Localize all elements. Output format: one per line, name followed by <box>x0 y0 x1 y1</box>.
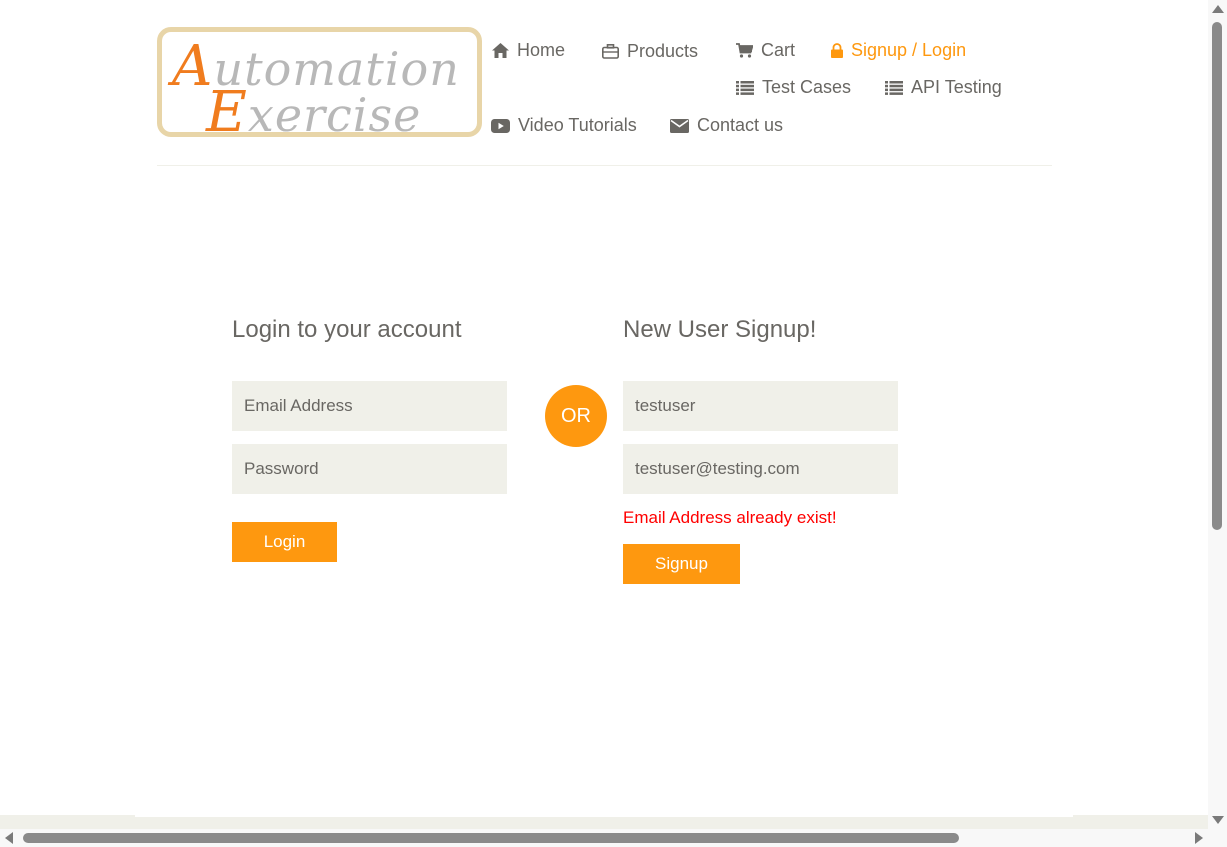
signup-error-message: Email Address already exist! <box>623 508 837 527</box>
login-title: Login to your account <box>232 316 462 343</box>
list-icon <box>885 80 903 95</box>
home-icon <box>492 43 509 58</box>
signup-name-input[interactable] <box>623 381 898 431</box>
scroll-down-arrow-icon[interactable] <box>1212 816 1224 824</box>
cart-icon <box>736 43 753 58</box>
nav-video-tutorials-label: Video Tutorials <box>518 115 637 135</box>
list-icon <box>736 80 754 95</box>
nav-contact-us[interactable]: Contact us <box>670 115 783 136</box>
nav-products[interactable]: Products <box>602 41 698 62</box>
scroll-left-arrow-icon[interactable] <box>5 832 13 844</box>
footer-inner-edge <box>135 815 1073 817</box>
or-divider: OR <box>545 385 607 447</box>
nav-signup-login-label: Signup / Login <box>851 40 967 60</box>
nav-test-cases-label: Test Cases <box>762 77 852 97</box>
login-password-input[interactable] <box>232 444 507 494</box>
vertical-scroll-thumb[interactable] <box>1212 22 1222 530</box>
horizontal-scroll-thumb[interactable] <box>23 833 959 843</box>
footer-top-edge <box>0 815 1208 829</box>
nav-test-cases[interactable]: Test Cases <box>736 77 851 98</box>
scroll-up-arrow-icon[interactable] <box>1212 5 1224 13</box>
nav-home[interactable]: Home <box>492 40 565 61</box>
nav-home-label: Home <box>517 40 566 60</box>
nav-api-testing-label: API Testing <box>911 77 1002 97</box>
nav-cart-label: Cart <box>761 40 796 60</box>
nav-signup-login[interactable]: Signup / Login <box>831 40 966 61</box>
logo-line-2: Exercise <box>206 80 422 145</box>
lock-icon <box>831 43 843 58</box>
nav-video-tutorials[interactable]: Video Tutorials <box>491 115 637 136</box>
login-email-input[interactable] <box>232 381 507 431</box>
scroll-right-arrow-icon[interactable] <box>1195 832 1203 844</box>
briefcase-icon <box>602 44 619 59</box>
site-logo[interactable]: Automation Exercise <box>157 27 482 145</box>
signup-title: New User Signup! <box>623 316 817 343</box>
envelope-icon <box>670 118 689 133</box>
horizontal-scrollbar[interactable] <box>0 829 1227 847</box>
login-button[interactable]: Login <box>232 522 337 562</box>
nav-products-label: Products <box>627 41 699 61</box>
nav-cart[interactable]: Cart <box>736 40 795 61</box>
nav-contact-us-label: Contact us <box>697 115 784 135</box>
vertical-scrollbar[interactable] <box>1208 0 1227 829</box>
nav-api-testing[interactable]: API Testing <box>885 77 1002 98</box>
signup-email-input[interactable] <box>623 444 898 494</box>
signup-button[interactable]: Signup <box>623 544 740 584</box>
header-divider <box>157 165 1052 166</box>
youtube-icon <box>491 118 510 133</box>
